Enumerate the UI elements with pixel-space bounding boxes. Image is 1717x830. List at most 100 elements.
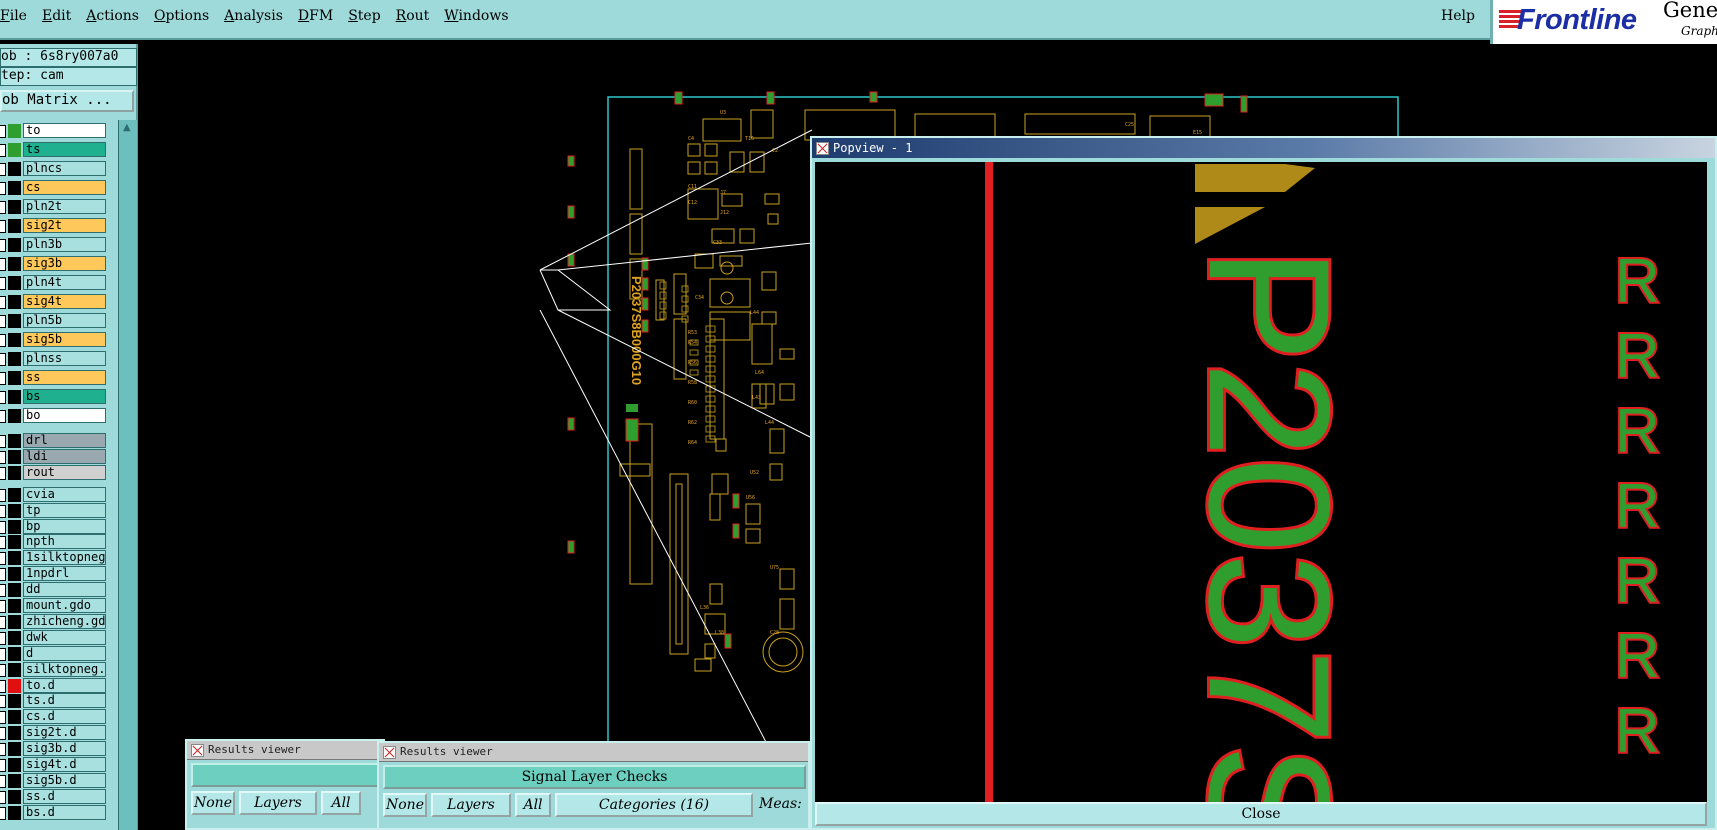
layer-checkbox[interactable] [0,552,6,566]
rv1-none-button[interactable]: None [191,791,235,815]
layer-row[interactable]: bp [0,518,108,534]
layer-color-swatch[interactable] [8,238,21,252]
layer-checkbox[interactable] [0,163,6,176]
layer-name[interactable]: ts [23,142,106,157]
layer-row[interactable]: ts [0,142,108,157]
layer-name[interactable]: sig2t [23,218,106,233]
layer-name[interactable]: drl [23,433,106,448]
layer-color-swatch[interactable] [8,371,21,385]
layer-row[interactable]: plnss [0,351,108,366]
layer-color-swatch[interactable] [8,409,21,423]
layer-checkbox[interactable] [0,334,6,347]
layer-row[interactable]: dd [0,582,108,598]
layer-name[interactable]: ldi [23,448,106,464]
layer-row[interactable]: silktopneg.d [0,661,108,677]
layer-row[interactable]: ss [0,370,108,385]
layer-color-swatch[interactable] [8,789,21,804]
layer-row[interactable]: plncs [0,161,108,176]
layer-color-swatch[interactable] [8,519,21,534]
layer-checkbox[interactable] [0,711,6,725]
layer-row[interactable]: pln4t [0,275,108,290]
layer-color-swatch[interactable] [8,200,21,214]
layer-checkbox[interactable] [0,466,6,480]
layer-color-swatch[interactable] [8,583,21,598]
layer-color-swatch[interactable] [8,487,21,502]
layer-name[interactable]: 1npdrl [23,566,106,582]
layer-name[interactable]: rout [23,464,106,480]
layer-color-swatch[interactable] [8,758,21,772]
layer-row[interactable]: bs [0,389,108,404]
layer-checkbox[interactable] [0,410,6,423]
layer-color-swatch[interactable] [8,143,21,157]
layer-checkbox[interactable] [0,353,6,366]
layer-list-scrollbar[interactable]: ▲ [118,120,137,830]
layer-row[interactable]: pln5b [0,313,108,328]
menu-dfm[interactable]: DFM [298,8,333,24]
layer-color-swatch[interactable] [8,551,21,566]
results-viewer-1-titlebar[interactable]: Results viewer [187,741,383,760]
layer-name[interactable]: dwk [23,629,106,645]
layer-checkbox[interactable] [0,220,6,233]
layer-color-swatch[interactable] [8,678,21,693]
layer-name[interactable]: bp [23,518,106,534]
layer-name[interactable]: bo [23,408,106,423]
layer-color-swatch[interactable] [8,599,21,613]
results-viewer-2-close-icon[interactable] [383,745,396,759]
layer-row[interactable]: to [0,123,108,138]
popview-titlebar[interactable]: Popview - 1 [812,138,1715,158]
layer-checkbox[interactable] [0,790,6,804]
layer-name[interactable]: sig4t [23,294,106,309]
layer-row[interactable]: sig3b.d [0,741,108,757]
layer-checkbox[interactable] [0,679,6,693]
layer-row[interactable]: cs [0,180,108,195]
menu-windows[interactable]: Windows [444,8,508,24]
results-viewer-2-titlebar[interactable]: Results viewer [379,743,808,762]
layer-row[interactable]: 1npdrl [0,566,108,582]
layer-row[interactable]: pln2t [0,199,108,214]
layer-name[interactable]: pln4t [23,275,106,290]
layer-name[interactable]: dd [23,582,106,598]
layer-name[interactable]: sig5b.d [23,772,106,788]
layer-checkbox[interactable] [0,600,6,613]
layer-row[interactable]: 1silktopneg [0,550,108,566]
layer-row[interactable]: pln3b [0,237,108,252]
layer-name[interactable]: pln2t [23,199,106,214]
layer-name[interactable]: sig3b [23,256,106,271]
layer-name[interactable]: to.d [23,677,106,693]
layer-name[interactable]: bs.d [23,804,106,820]
layer-row[interactable]: npth [0,534,108,550]
popview-close-button[interactable]: Close [815,802,1707,826]
layer-checkbox[interactable] [0,536,6,550]
layer-checkbox[interactable] [0,520,6,534]
layer-color-swatch[interactable] [8,726,21,741]
layer-checkbox[interactable] [0,372,6,385]
layer-row[interactable]: sig2t [0,218,108,233]
results-viewer-1-close-icon[interactable] [191,743,204,757]
layer-checkbox[interactable] [0,435,6,448]
layer-color-swatch[interactable] [8,390,21,404]
layer-checkbox[interactable] [0,504,6,518]
layer-checkbox[interactable] [0,450,6,464]
layer-name[interactable]: sig2t.d [23,725,106,741]
layer-color-swatch[interactable] [8,742,21,757]
menu-edit[interactable]: Edit [42,8,71,24]
layer-checkbox[interactable] [0,743,6,757]
layer-name[interactable]: sig5b [23,332,106,347]
menu-options[interactable]: Options [154,8,209,24]
layer-checkbox[interactable] [0,584,6,598]
layer-name[interactable]: pln3b [23,237,106,252]
menu-file[interactable]: File [0,8,27,24]
layer-checkbox[interactable] [0,125,6,138]
layer-color-swatch[interactable] [8,295,21,309]
layer-row[interactable]: d [0,645,108,661]
job-matrix-button[interactable]: ob Matrix ... [0,90,134,112]
layer-row[interactable]: sig5b.d [0,772,108,788]
layer-row[interactable]: ss.d [0,788,108,804]
layer-row[interactable]: sig5b [0,332,108,347]
layer-checkbox[interactable] [0,631,6,645]
rv2-none-button[interactable]: None [383,793,427,817]
layer-color-swatch[interactable] [8,434,21,448]
layer-color-swatch[interactable] [8,181,21,195]
layer-checkbox[interactable] [0,759,6,772]
layer-row[interactable]: sig2t.d [0,725,108,741]
